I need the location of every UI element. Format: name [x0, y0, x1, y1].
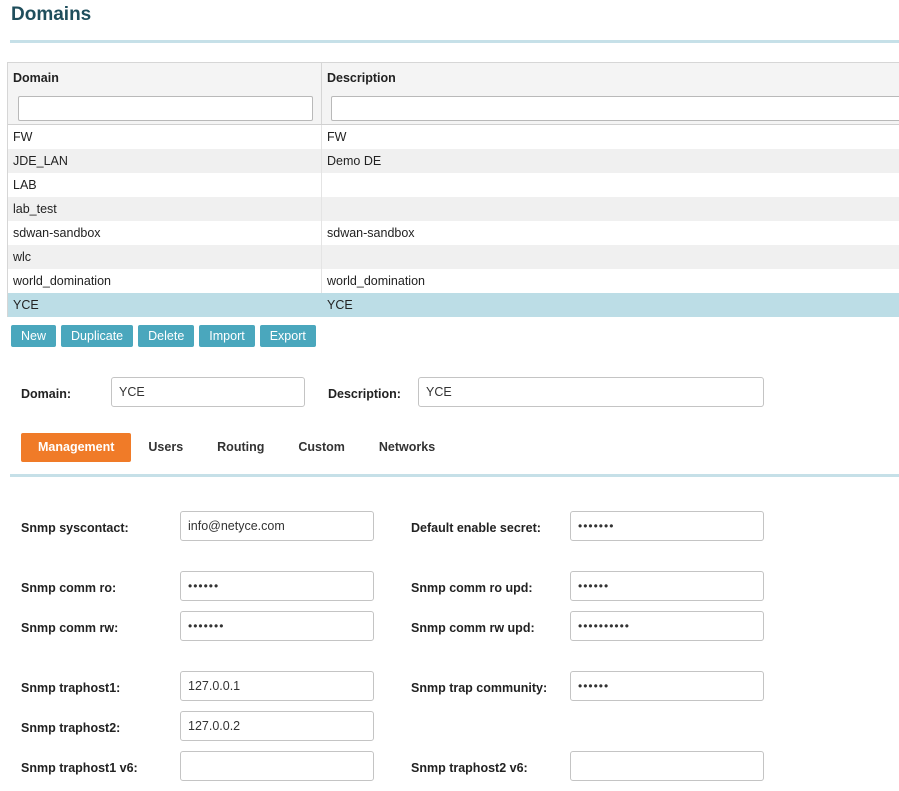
- cell-description: world_domination: [327, 274, 425, 288]
- tab-users[interactable]: Users: [131, 433, 200, 462]
- syscontact-field[interactable]: info@netyce.com: [180, 511, 374, 541]
- traphost1-label: Snmp traphost1:: [21, 681, 121, 695]
- comm-ro-field[interactable]: ••••••: [180, 571, 374, 601]
- cell-domain: JDE_LAN: [8, 149, 322, 173]
- enable-secret-field[interactable]: •••••••: [570, 511, 764, 541]
- column-description: Description: [322, 63, 899, 124]
- comm-rw-upd-field[interactable]: ••••••••••: [570, 611, 764, 641]
- cell-domain: wlc: [8, 245, 322, 269]
- traphost2-field[interactable]: 127.0.0.2: [180, 711, 374, 741]
- table-row[interactable]: wlc: [8, 245, 899, 269]
- description-filter-input[interactable]: [331, 96, 899, 121]
- new-button[interactable]: New: [11, 325, 57, 347]
- table-row[interactable]: lab_test: [8, 197, 899, 221]
- cell-domain: YCE: [8, 293, 322, 317]
- domain-field[interactable]: YCE: [111, 377, 305, 407]
- traphost2-v6-label: Snmp traphost2 v6:: [411, 761, 528, 775]
- traphost2-label: Snmp traphost2:: [21, 721, 121, 735]
- delete-button[interactable]: Delete: [138, 325, 195, 347]
- domain-filter-input[interactable]: [18, 96, 313, 121]
- comm-ro-upd-label: Snmp comm ro upd:: [411, 581, 533, 595]
- table-row[interactable]: FW FW: [8, 125, 899, 149]
- domains-table: Domain Description FW FW JDE_LAN Demo DE…: [7, 62, 899, 317]
- cell-domain: sdwan-sandbox: [8, 221, 322, 245]
- cell-domain: world_domination: [8, 269, 322, 293]
- comm-ro-label: Snmp comm ro:: [21, 581, 117, 595]
- column-domain: Domain: [8, 63, 322, 124]
- table-row[interactable]: LAB: [8, 173, 899, 197]
- title-divider: [10, 40, 899, 43]
- tab-routing[interactable]: Routing: [200, 433, 281, 462]
- duplicate-button[interactable]: Duplicate: [61, 325, 134, 347]
- description-label: Description:: [328, 387, 401, 401]
- traphost1-v6-label: Snmp traphost1 v6:: [21, 761, 138, 775]
- enable-secret-label: Default enable secret:: [411, 521, 541, 535]
- cell-description: [322, 173, 899, 197]
- cell-domain: lab_test: [8, 197, 322, 221]
- table-row[interactable]: JDE_LAN Demo DE: [8, 149, 899, 173]
- tab-management[interactable]: Management: [21, 433, 132, 462]
- cell-description: FW: [327, 130, 347, 144]
- table-header: Domain Description: [8, 63, 899, 125]
- comm-rw-field[interactable]: •••••••: [180, 611, 374, 641]
- cell-domain: LAB: [8, 173, 322, 197]
- page-title: Domains: [11, 4, 92, 25]
- domain-label: Domain:: [21, 387, 71, 401]
- syscontact-label: Snmp syscontact:: [21, 521, 129, 535]
- traphost1-v6-field[interactable]: [180, 751, 374, 781]
- table-row[interactable]: world_domination world_domination: [8, 269, 899, 293]
- comm-ro-upd-field[interactable]: ••••••: [570, 571, 764, 601]
- tab-custom[interactable]: Custom: [281, 433, 362, 462]
- comm-rw-label: Snmp comm rw:: [21, 621, 119, 635]
- table-row[interactable]: sdwan-sandbox sdwan-sandbox: [8, 221, 899, 245]
- comm-rw-upd-label: Snmp comm rw upd:: [411, 621, 535, 635]
- table-row-selected[interactable]: YCE YCE: [8, 293, 899, 317]
- traphost1-field[interactable]: 127.0.0.1: [180, 671, 374, 701]
- cell-description: [322, 197, 899, 221]
- description-field[interactable]: YCE: [418, 377, 764, 407]
- export-button[interactable]: Export: [259, 325, 316, 347]
- tab-bar: Management Users Routing Custom Networks: [21, 433, 452, 462]
- cell-description: [322, 245, 899, 269]
- cell-description: YCE: [327, 298, 353, 312]
- column-header-description[interactable]: Description: [327, 71, 396, 85]
- table-toolbar: New Duplicate Delete Import Export: [11, 325, 316, 347]
- cell-domain: FW: [8, 125, 322, 149]
- tab-divider: [10, 474, 899, 477]
- trap-community-field[interactable]: ••••••: [570, 671, 764, 701]
- traphost2-v6-field[interactable]: [570, 751, 764, 781]
- cell-description: Demo DE: [327, 154, 382, 168]
- tab-networks[interactable]: Networks: [362, 433, 452, 462]
- import-button[interactable]: Import: [199, 325, 255, 347]
- cell-description: sdwan-sandbox: [327, 226, 415, 240]
- column-header-domain[interactable]: Domain: [13, 71, 59, 85]
- trap-community-label: Snmp trap community:: [411, 681, 548, 695]
